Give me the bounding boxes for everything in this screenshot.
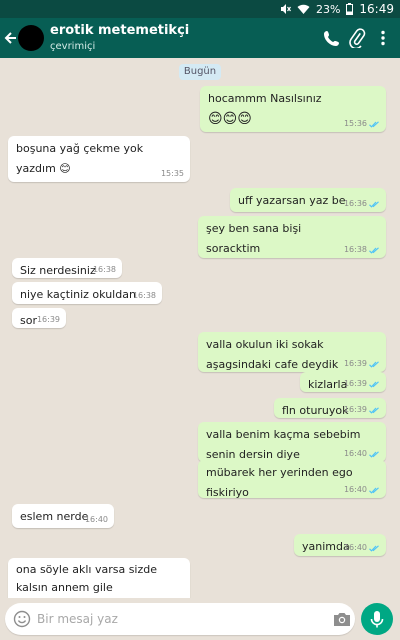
message-meta: 16:39 bbox=[344, 405, 380, 415]
outgoing-message[interactable]: kizlarla 16:39 bbox=[300, 372, 386, 392]
read-receipt-icon bbox=[369, 246, 379, 254]
message-meta: 16:39 bbox=[344, 379, 380, 389]
message-time: 16:40 bbox=[343, 485, 367, 494]
message-time: 16:38 bbox=[343, 245, 367, 254]
message-input-container bbox=[5, 603, 355, 635]
read-receipt-icon bbox=[369, 544, 379, 552]
clock: 16:49 bbox=[359, 2, 394, 16]
message-text: şey ben sana bişi bbox=[206, 222, 302, 235]
message-text: yazdım 😊 bbox=[16, 162, 71, 175]
message-meta: 15:35 bbox=[161, 169, 184, 179]
incoming-message[interactable]: sor 16:39 bbox=[12, 308, 66, 328]
incoming-message[interactable]: eslem nerde 16:40 bbox=[12, 504, 114, 528]
chat-header: erotik metemetikçi çevrimiçi bbox=[0, 18, 400, 58]
message-meta: 16:40 bbox=[344, 449, 380, 459]
outgoing-message[interactable]: şey ben sana bişi soracktim 16:38 bbox=[198, 216, 386, 258]
camera-icon[interactable] bbox=[333, 611, 351, 627]
mute-icon bbox=[280, 4, 291, 14]
battery-icon bbox=[346, 3, 354, 15]
mic-icon bbox=[370, 611, 384, 628]
message-meta: 16:38 bbox=[93, 265, 116, 275]
incoming-message[interactable]: Siz nerdesiniz 16:38 bbox=[12, 258, 122, 278]
message-time: 16:40 bbox=[343, 543, 367, 552]
outgoing-message[interactable]: mübarek her yerinden ego fiskiriyo 16:40 bbox=[198, 460, 386, 499]
outgoing-message[interactable]: yanimda 16:40 bbox=[294, 534, 386, 556]
read-receipt-icon bbox=[369, 406, 379, 414]
message-text: ona söyle aklı varsa sizde bbox=[16, 563, 158, 576]
message-text: hocammm Nasılsınız bbox=[208, 92, 322, 105]
message-meta: 16:39 bbox=[344, 359, 380, 369]
outgoing-message[interactable]: valla okulun iki sokak aşagsindaki cafe d… bbox=[198, 332, 386, 372]
read-receipt-icon bbox=[369, 486, 379, 494]
mic-button[interactable] bbox=[361, 603, 393, 635]
message-time: 16:40 bbox=[343, 449, 367, 458]
back-arrow-icon[interactable] bbox=[4, 29, 18, 47]
incoming-message[interactable]: ona söyle aklı varsa sizde kalsın annem g… bbox=[8, 558, 190, 598]
message-time: 16:38 bbox=[92, 265, 116, 274]
message-text: valla benim kaçma sebebim bbox=[206, 428, 361, 441]
read-receipt-icon bbox=[369, 200, 379, 208]
message-meta: 16:39 bbox=[37, 315, 60, 325]
message-time: 16:40 bbox=[84, 515, 108, 524]
date-chip: Bugün bbox=[179, 64, 221, 80]
composer bbox=[0, 598, 400, 640]
message-text: kalsın annem gile bbox=[16, 581, 113, 594]
paperclip-icon[interactable] bbox=[347, 28, 367, 48]
battery-percent: 23% bbox=[315, 2, 341, 16]
message-time: 16:38 bbox=[132, 291, 156, 300]
message-meta: 16:38 bbox=[344, 245, 380, 255]
outgoing-message[interactable]: fln oturuyok 16:39 bbox=[274, 398, 386, 418]
message-time: 16:39 bbox=[36, 315, 60, 324]
status-bar: 23% 16:49 bbox=[0, 0, 400, 18]
message-meta: 16:40 bbox=[344, 485, 380, 495]
message-meta: 16:38 bbox=[133, 291, 156, 301]
phone-icon[interactable] bbox=[322, 28, 342, 48]
read-receipt-icon bbox=[369, 120, 379, 128]
message-meta: 16:40 bbox=[344, 543, 380, 553]
outgoing-message[interactable]: uff yazarsan yaz be 16:36 bbox=[230, 188, 386, 212]
message-time: 15:35 bbox=[160, 169, 184, 178]
wifi-icon bbox=[297, 4, 310, 14]
incoming-message[interactable]: boşuna yağ çekme yok yazdım 😊 15:35 bbox=[8, 136, 190, 182]
message-list[interactable]: Bugün hocammm Nasılsınız 😊😊😊 15:36 boşuna y… bbox=[0, 58, 400, 598]
message-meta: 16:36 bbox=[344, 199, 380, 209]
message-time: 16:39 bbox=[343, 379, 367, 388]
contact-status: çevrimiçi bbox=[50, 41, 96, 52]
read-receipt-icon bbox=[369, 380, 379, 388]
message-time: 16:36 bbox=[343, 199, 367, 208]
contact-name[interactable]: erotik metemetikçi bbox=[50, 23, 189, 38]
avatar[interactable] bbox=[18, 25, 44, 51]
message-meta: 15:36 bbox=[344, 119, 380, 129]
message-text: mübarek her yerinden ego bbox=[206, 466, 353, 479]
message-time: 15:36 bbox=[343, 119, 367, 128]
outgoing-message[interactable]: valla benim kaçma sebebim senin dersin di… bbox=[198, 422, 386, 462]
emoji-icon[interactable] bbox=[13, 610, 31, 628]
read-receipt-icon bbox=[369, 450, 379, 458]
incoming-message[interactable]: niye kaçtiniz okuldan 16:38 bbox=[12, 282, 162, 304]
more-vert-icon[interactable] bbox=[373, 28, 393, 48]
message-time: 16:39 bbox=[343, 405, 367, 414]
message-text: boşuna yağ çekme yok bbox=[16, 142, 144, 155]
message-text: valla okulun iki sokak bbox=[206, 338, 324, 351]
outgoing-message[interactable]: hocammm Nasılsınız 😊😊😊 15:36 bbox=[200, 86, 386, 132]
message-input[interactable] bbox=[37, 603, 317, 635]
message-meta: 16:40 bbox=[85, 515, 108, 525]
read-receipt-icon bbox=[369, 360, 379, 368]
message-time: 16:39 bbox=[343, 359, 367, 368]
